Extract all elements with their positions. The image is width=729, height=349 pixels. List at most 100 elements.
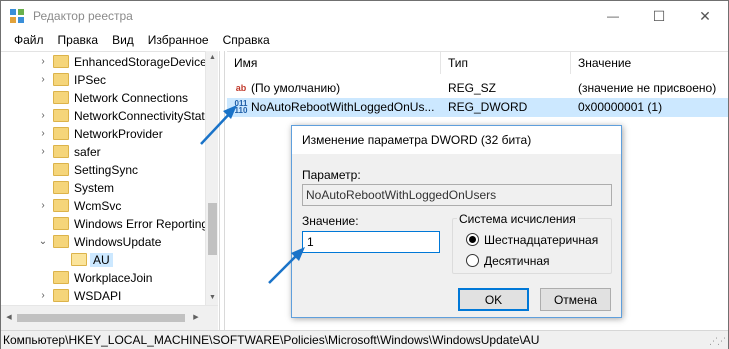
list-item[interactable]: ab (По умолчанию) REG_SZ (значение не пр… — [227, 79, 728, 98]
tree-item[interactable]: › NetworkProvider — [1, 125, 205, 143]
hex-radio[interactable] — [466, 233, 479, 246]
menu-favorites[interactable]: Избранное — [141, 31, 216, 51]
minimize-button[interactable]: — — [590, 1, 636, 31]
chevron-right-icon[interactable]: › — [37, 289, 49, 303]
tree-item-label: Network Connections — [74, 91, 189, 105]
value-type: REG_DWORD — [448, 100, 528, 114]
scroll-thumb[interactable] — [208, 203, 217, 255]
window-title: Редактор реестра — [33, 9, 133, 23]
column-header-type[interactable]: Тип — [441, 52, 571, 74]
pane-splitter[interactable] — [219, 51, 225, 330]
tree-item-label: EnhancedStorageDevices — [74, 55, 213, 69]
maximize-button[interactable]: ☐ — [636, 1, 682, 31]
scroll-down-arrow-icon[interactable]: ▼ — [206, 291, 219, 305]
column-header-value[interactable]: Значение — [571, 52, 728, 74]
menu-help[interactable]: Справка — [216, 31, 277, 51]
scroll-thumb[interactable] — [17, 314, 185, 322]
value-name: NoAutoRebootWithLoggedOnUs... — [251, 100, 435, 114]
tree-item[interactable]: › safer — [1, 143, 205, 161]
folder-icon — [53, 199, 69, 212]
value-data: 0x00000001 (1) — [578, 100, 663, 114]
string-value-icon: ab — [235, 83, 247, 93]
tree-item-label: WSDAPI — [74, 289, 122, 303]
tree-item-label: WindowsUpdate — [74, 235, 162, 249]
resize-grip-icon[interactable]: ⋰⋰ — [709, 336, 726, 347]
folder-icon — [53, 73, 69, 86]
tree-item[interactable]: › NetworkConnectivityStat — [1, 107, 205, 125]
scroll-up-arrow-icon[interactable]: ▲ — [206, 51, 219, 65]
tree-item[interactable]: › EnhancedStorageDevices — [1, 53, 213, 71]
folder-icon — [53, 55, 69, 68]
decimal-radio-label[interactable]: Десятичная — [484, 254, 550, 268]
tree-item[interactable]: › WcmSvc — [1, 197, 205, 215]
dialog-title: Изменение параметра DWORD (32 бита) — [292, 126, 621, 154]
tree-item-label: IPSec — [74, 73, 107, 87]
tree-vertical-scrollbar[interactable]: ▲ ▼ — [205, 51, 218, 305]
binary-value-icon: 011 110 — [234, 99, 248, 115]
tree-item-label: SettingSync — [74, 163, 139, 177]
tree-item-label: WorkplaceJoin — [74, 271, 153, 285]
tree-item[interactable]: Windows Error Reporting — [1, 215, 209, 233]
folder-icon — [53, 271, 69, 284]
param-name-field: NoAutoRebootWithLoggedOnUsers — [302, 184, 612, 206]
tree-item-label: WcmSvc — [74, 199, 122, 213]
registry-editor-window: Редактор реестра — ☐ ✕ Файл Правка Вид И… — [0, 0, 729, 349]
value-data: (значение не присвоено) — [578, 81, 717, 95]
tree-item[interactable]: › IPSec — [1, 71, 205, 89]
tree-item[interactable]: WorkplaceJoin — [1, 269, 205, 287]
edit-dword-dialog: Изменение параметра DWORD (32 бита) Пара… — [291, 125, 622, 318]
hex-radio-label[interactable]: Шестнадцатеричная — [484, 233, 598, 247]
folder-icon — [53, 235, 69, 248]
list-item-selected[interactable]: 011 110 NoAutoRebootWithLoggedOnUs... RE… — [227, 98, 728, 117]
chevron-right-icon[interactable]: › — [37, 55, 49, 69]
tree-item[interactable]: Network Connections — [1, 89, 205, 107]
menu-bar: Файл Правка Вид Избранное Справка — [1, 31, 728, 51]
registry-editor-icon — [10, 9, 24, 23]
chevron-right-icon[interactable]: › — [37, 145, 49, 159]
tree-item[interactable]: ⌄ WindowsUpdate — [1, 233, 205, 251]
title-bar: Редактор реестра — ☐ ✕ — [1, 1, 728, 31]
tree-item[interactable]: System — [1, 179, 205, 197]
tree-item-label: AU — [90, 253, 113, 267]
registry-tree: › EnhancedStorageDevices › IPSec Network… — [1, 51, 218, 330]
tree-item[interactable]: › WSDAPI — [1, 287, 205, 305]
chevron-right-icon[interactable]: › — [37, 199, 49, 213]
cancel-button[interactable]: Отмена — [540, 288, 611, 311]
scroll-left-arrow-icon[interactable]: ◀ — [2, 311, 16, 325]
registry-path: Компьютер\HKEY_LOCAL_MACHINE\SOFTWARE\Po… — [3, 333, 540, 347]
folder-icon — [53, 217, 69, 230]
tree-item-label: safer — [74, 145, 101, 159]
ok-button[interactable]: OK — [458, 288, 529, 311]
menu-edit[interactable]: Правка — [51, 31, 106, 51]
status-bar: Компьютер\HKEY_LOCAL_MACHINE\SOFTWARE\Po… — [1, 330, 728, 349]
chevron-right-icon[interactable]: › — [37, 109, 49, 123]
menu-file[interactable]: Файл — [7, 31, 51, 51]
value-input[interactable]: 1 — [302, 231, 440, 253]
tree-item-label: Windows Error Reporting — [74, 217, 209, 231]
value-label: Значение: — [302, 214, 359, 228]
tree-item[interactable]: SettingSync — [1, 161, 205, 179]
menu-view[interactable]: Вид — [105, 31, 141, 51]
column-header-name[interactable]: Имя — [227, 52, 441, 74]
tree-item-label: NetworkConnectivityStat — [74, 109, 205, 123]
chevron-right-icon[interactable]: › — [37, 73, 49, 87]
chevron-down-icon[interactable]: ⌄ — [37, 235, 49, 249]
close-button[interactable]: ✕ — [682, 1, 728, 31]
value-name: (По умолчанию) — [251, 81, 341, 95]
base-legend: Система исчисления — [457, 212, 578, 226]
param-label: Параметр: — [302, 168, 361, 182]
chevron-right-icon[interactable]: › — [37, 127, 49, 141]
folder-icon — [53, 163, 69, 176]
folder-open-icon — [71, 253, 87, 266]
decimal-radio[interactable] — [466, 254, 479, 267]
tree-item-au[interactable]: AU — [1, 251, 205, 269]
tree-horizontal-scrollbar[interactable]: ◀ ▶ — [1, 305, 218, 330]
tree-item-label: NetworkProvider — [74, 127, 163, 141]
scroll-right-arrow-icon[interactable]: ▶ — [189, 311, 203, 325]
value-type: REG_SZ — [448, 81, 497, 95]
